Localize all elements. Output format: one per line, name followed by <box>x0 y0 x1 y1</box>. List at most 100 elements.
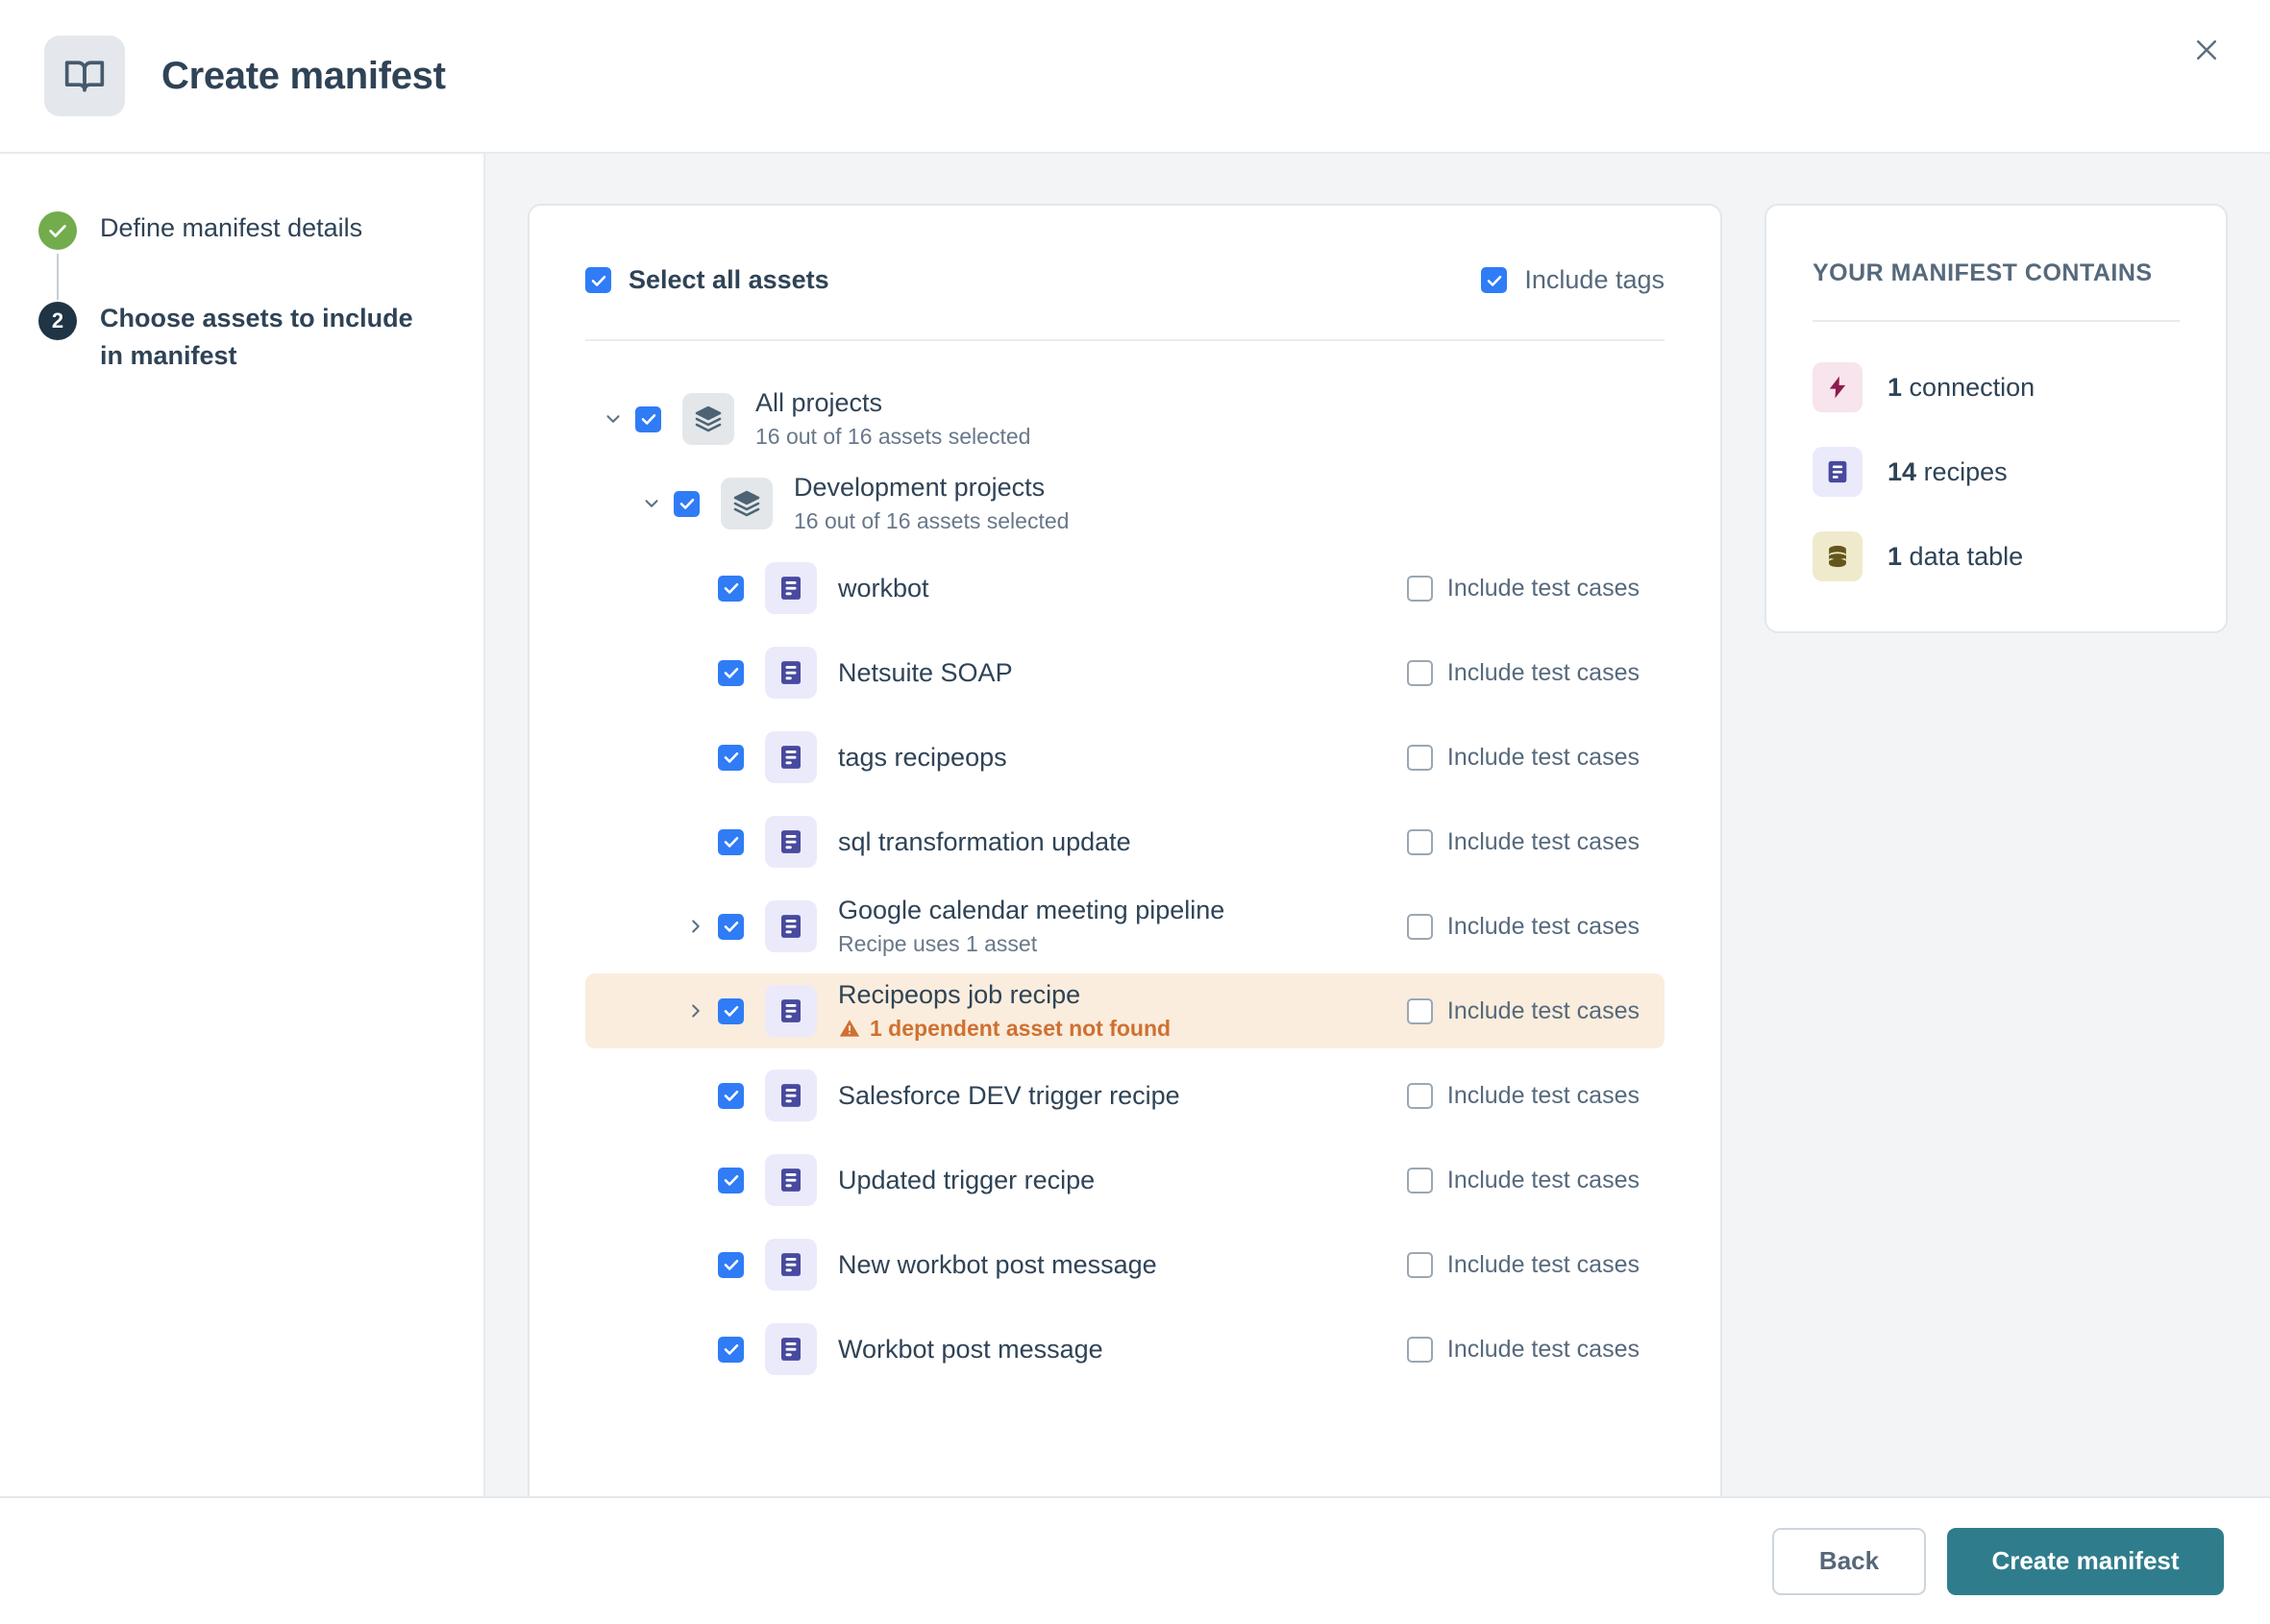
main-content: Select all assets Include tags All proje… <box>485 154 2270 1496</box>
include-test-cases-label: Include test cases <box>1447 1167 1640 1194</box>
include-test-cases-label: Include test cases <box>1447 997 1640 1025</box>
row-text: Salesforce DEV trigger recipe <box>838 1079 1407 1112</box>
assets-toolbar: Select all assets Include tags <box>585 206 1665 341</box>
row-text: New workbot post message <box>838 1248 1407 1281</box>
row-select-checkbox[interactable] <box>718 914 744 940</box>
tree-row[interactable]: Updated trigger recipe Include test cases <box>585 1143 1665 1218</box>
include-test-cases-label: Include test cases <box>1447 1336 1640 1364</box>
create-manifest-button[interactable]: Create manifest <box>1947 1528 2224 1595</box>
checkbox-box <box>1407 745 1433 771</box>
include-test-cases-checkbox[interactable]: Include test cases <box>1407 1251 1665 1279</box>
recipe-icon <box>765 1239 817 1291</box>
chevron-right-icon[interactable] <box>681 916 710 937</box>
row-text: tags recipeops <box>838 741 1407 774</box>
summary-item-label: connection <box>1910 373 2036 402</box>
tree-row[interactable]: New workbot post message Include test cas… <box>585 1227 1665 1302</box>
include-test-cases-checkbox[interactable]: Include test cases <box>1407 1082 1665 1110</box>
row-spacer <box>585 541 1665 551</box>
step-number-badge: 2 <box>38 302 77 340</box>
row-select-checkbox[interactable] <box>718 1252 744 1278</box>
row-spacer <box>585 1387 1665 1396</box>
row-title: New workbot post message <box>838 1248 1407 1281</box>
row-title: Salesforce DEV trigger recipe <box>838 1079 1407 1112</box>
row-spacer <box>585 1302 1665 1312</box>
back-button[interactable]: Back <box>1772 1528 1926 1595</box>
dialog-footer: Back Create manifest <box>0 1496 2270 1624</box>
row-text: Google calendar meeting pipelineRecipe u… <box>838 894 1407 959</box>
chevron-down-icon[interactable] <box>637 493 666 514</box>
tree-row[interactable]: workbot Include test cases <box>585 551 1665 626</box>
include-test-cases-checkbox[interactable]: Include test cases <box>1407 997 1665 1025</box>
warning-triangle-icon <box>838 1017 861 1040</box>
checkbox-box <box>1481 267 1507 293</box>
manifest-summary-card: YOUR MANIFEST CONTAINS 1 connection14 re… <box>1764 204 2228 633</box>
summary-title: YOUR MANIFEST CONTAINS <box>1813 259 2180 322</box>
recipe-icon <box>765 731 817 783</box>
recipe-icon <box>765 562 817 614</box>
row-select-checkbox[interactable] <box>718 998 744 1024</box>
tree-row[interactable]: sql transformation updateInclude test ca… <box>585 804 1665 879</box>
tree-row[interactable]: Google calendar meeting pipelineRecipe u… <box>585 889 1665 964</box>
step-label: Define manifest details <box>100 209 362 247</box>
row-select-checkbox[interactable] <box>718 829 744 855</box>
row-title: workbot <box>838 572 1407 604</box>
recipe-icon <box>765 647 817 699</box>
page-title: Create manifest <box>161 55 446 98</box>
checkbox-box <box>1407 1252 1433 1278</box>
row-select-checkbox[interactable] <box>718 660 744 686</box>
summary-item-text: 1 data table <box>1888 542 2023 572</box>
recipe-icon <box>765 985 817 1037</box>
checkbox-box <box>1407 660 1433 686</box>
include-test-cases-checkbox[interactable]: Include test cases <box>1407 575 1665 603</box>
close-icon[interactable] <box>2180 23 2233 77</box>
include-test-cases-checkbox[interactable]: Include test cases <box>1407 659 1665 687</box>
row-spacer <box>585 626 1665 635</box>
row-select-checkbox[interactable] <box>635 406 661 432</box>
tree-row[interactable]: Development projects16 out of 16 assets … <box>585 466 1665 541</box>
row-spacer <box>585 1048 1665 1058</box>
include-test-cases-checkbox[interactable]: Include test cases <box>1407 1167 1665 1194</box>
tree-row[interactable]: Netsuite SOAPInclude test cases <box>585 635 1665 710</box>
include-test-cases-checkbox[interactable]: Include test cases <box>1407 828 1665 856</box>
row-subtitle: Recipe uses 1 asset <box>838 928 1407 959</box>
row-select-checkbox[interactable] <box>718 576 744 602</box>
row-spacer <box>585 710 1665 720</box>
tree-row[interactable]: Workbot post message Include test cases <box>585 1312 1665 1387</box>
include-test-cases-label: Include test cases <box>1447 1251 1640 1279</box>
row-select-checkbox[interactable] <box>674 491 700 517</box>
checkbox-box <box>585 267 611 293</box>
tree-row[interactable]: Salesforce DEV trigger recipeInclude tes… <box>585 1058 1665 1133</box>
include-test-cases-checkbox[interactable]: Include test cases <box>1407 913 1665 941</box>
chevron-right-icon[interactable] <box>681 1000 710 1021</box>
book-icon <box>44 36 125 116</box>
select-all-assets-checkbox[interactable]: Select all assets <box>585 265 829 295</box>
checkbox-box <box>1407 1083 1433 1109</box>
include-test-cases-label: Include test cases <box>1447 913 1640 941</box>
include-test-cases-checkbox[interactable]: Include test cases <box>1407 1336 1665 1364</box>
include-test-cases-checkbox[interactable]: Include test cases <box>1407 744 1665 772</box>
row-subtitle: 16 out of 16 assets selected <box>755 421 1665 452</box>
lightning-icon <box>1813 362 1863 412</box>
tree-row[interactable]: Recipeops job recipe1 dependent asset no… <box>585 973 1665 1048</box>
tree-row[interactable]: All projects16 out of 16 assets selected <box>585 381 1665 456</box>
row-select-checkbox[interactable] <box>718 1083 744 1109</box>
summary-item-count: 14 <box>1888 457 1916 486</box>
row-title: tags recipeops <box>838 741 1407 774</box>
include-test-cases-label: Include test cases <box>1447 575 1640 603</box>
row-title: Google calendar meeting pipeline <box>838 894 1407 926</box>
row-text: All projects16 out of 16 assets selected <box>755 386 1665 452</box>
row-text: Workbot post message <box>838 1333 1407 1366</box>
row-select-checkbox[interactable] <box>718 1337 744 1363</box>
row-text: Updated trigger recipe <box>838 1164 1407 1196</box>
row-text: Netsuite SOAP <box>838 656 1407 689</box>
tree-row[interactable]: tags recipeopsInclude test cases <box>585 720 1665 795</box>
chevron-down-icon[interactable] <box>599 408 628 430</box>
row-select-checkbox[interactable] <box>718 745 744 771</box>
checkbox-box <box>1407 576 1433 602</box>
sidebar-step-choose-assets[interactable]: 2 Choose assets to include in manifest <box>38 300 445 375</box>
include-tags-checkbox[interactable]: Include tags <box>1481 265 1665 295</box>
sidebar-step-define-manifest-details[interactable]: Define manifest details <box>38 209 445 250</box>
row-text: Development projects16 out of 16 assets … <box>794 471 1665 536</box>
summary-item: 1 data table <box>1813 531 2180 581</box>
row-select-checkbox[interactable] <box>718 1168 744 1193</box>
